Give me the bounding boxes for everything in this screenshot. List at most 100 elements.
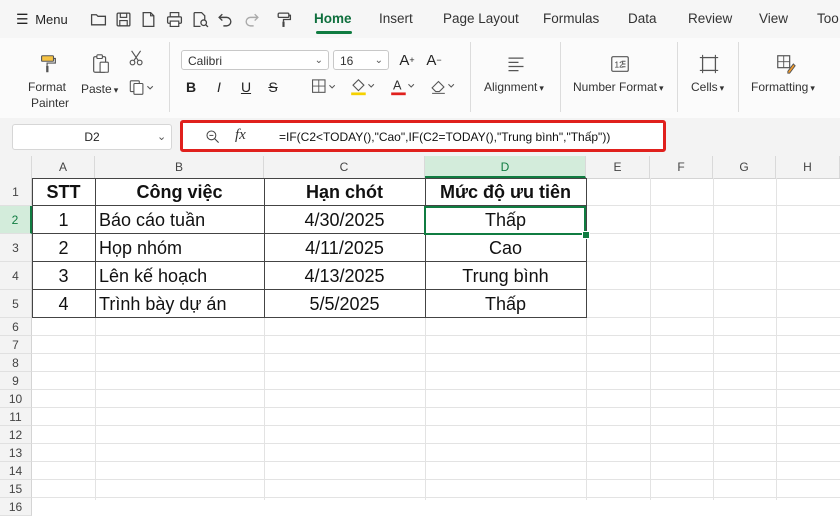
row-header-2[interactable]: 2 [0,206,32,234]
format-painter-label-line1: Format [28,80,67,94]
row-header-10[interactable]: 10 [0,390,32,408]
row-header-14[interactable]: 14 [0,462,32,480]
cell-a3[interactable]: 2 [32,234,95,262]
cut-icon[interactable] [127,48,147,68]
underline-icon[interactable]: U [237,78,255,96]
row-header-6[interactable]: 6 [0,318,32,336]
cell-c4[interactable]: 4/13/2025 [264,262,425,290]
row-header-8[interactable]: 8 [0,354,32,372]
cell-d1[interactable]: Mức độ ưu tiên [425,178,586,206]
decrease-font-size-icon[interactable]: A − [423,50,445,70]
row-header-16[interactable]: 16 [0,498,32,516]
cell-c5[interactable]: 5/5/2025 [264,290,425,318]
zoom-icon[interactable] [203,127,223,147]
row-header-15[interactable]: 15 [0,480,32,498]
row-header-3[interactable]: 3 [0,234,32,262]
tab-insert[interactable]: Insert [379,11,413,26]
cells-button[interactable]: Cells ▾ [686,40,732,112]
new-document-icon[interactable] [137,8,159,30]
increase-font-size-icon[interactable]: A + [396,50,418,70]
clear-formatting-icon[interactable] [428,76,458,98]
undo-icon[interactable] [214,8,236,30]
cell-b1[interactable]: Công việc [95,178,264,206]
cell-c3[interactable]: 4/11/2025 [264,234,425,262]
row-header-7[interactable]: 7 [0,336,32,354]
paste-button[interactable]: Paste ▾ [80,40,122,112]
formatting-label: Formatting ▾ [751,80,815,94]
save-icon[interactable] [112,8,134,30]
italic-icon[interactable]: I [210,78,228,96]
formula-input[interactable]: =IF(C2<TODAY(),"Cao",IF(C2=TODAY(),"Trun… [279,130,610,144]
tab-review[interactable]: Review [688,11,732,26]
row-header-13[interactable]: 13 [0,444,32,462]
column-header-h[interactable]: H [776,156,840,178]
select-all-corner[interactable] [0,156,32,178]
font-name-dropdown[interactable]: Calibri ⌄ [181,50,329,70]
cell-a5[interactable]: 4 [32,290,95,318]
cell-a2[interactable]: 1 [32,206,95,234]
row-header-5[interactable]: 5 [0,290,32,318]
cells-icon [697,52,721,76]
chevron-down-icon: ▾ [539,83,544,93]
fill-color-icon[interactable] [348,76,378,98]
row-header-9[interactable]: 9 [0,372,32,390]
copy-icon[interactable] [127,78,157,98]
active-cell-selection [424,206,586,235]
column-header-b[interactable]: B [95,156,264,178]
cell-d4[interactable]: Trung bình [425,262,586,290]
chevron-down-icon[interactable]: ⌄ [157,130,166,143]
row-header-12[interactable]: 12 [0,426,32,444]
font-size-dropdown[interactable]: 16 ⌄ [333,50,389,70]
cell-b3[interactable]: Họp nhóm [99,234,262,262]
column-header-c[interactable]: C [264,156,425,178]
tab-data[interactable]: Data [628,11,657,26]
fill-handle[interactable] [582,231,590,239]
cell-c1[interactable]: Hạn chót [264,178,425,206]
font-color-icon[interactable]: A [388,76,418,98]
cells-text: Cells [691,80,718,94]
function-icon[interactable]: fx [235,127,246,144]
gridline [32,407,840,408]
cell-d5[interactable]: Thấp [425,290,586,318]
format-painter-button[interactable]: Format Painter [20,40,76,112]
print-preview-icon[interactable] [189,8,211,30]
formatting-button[interactable]: Formatting ▾ [746,40,840,112]
cell-b2[interactable]: Báo cáo tuần [99,206,262,234]
bold-icon[interactable]: B [182,78,200,96]
print-icon[interactable] [163,8,185,30]
cell-a4[interactable]: 3 [32,262,95,290]
column-header-g[interactable]: G [713,156,776,178]
menu-button[interactable]: ☰ Menu [16,11,68,28]
tab-tools[interactable]: Too [817,11,839,26]
column-header-f[interactable]: F [650,156,713,178]
tab-formulas[interactable]: Formulas [543,11,599,26]
row-header-4[interactable]: 4 [0,262,32,290]
tab-home[interactable]: Home [314,11,352,26]
column-header-d[interactable]: D [425,156,586,178]
borders-icon[interactable] [310,78,340,96]
column-header-e[interactable]: E [586,156,650,178]
tab-page-layout[interactable]: Page Layout [443,11,519,26]
number-format-button[interactable]: 12 Number Format ▾ [568,40,670,112]
format-painter-icon[interactable] [272,8,294,30]
number-format-label: Number Format ▾ [573,80,664,94]
redo-icon[interactable] [240,8,262,30]
svg-text:A: A [393,78,402,93]
cell-b5[interactable]: Trình bày dự án [99,290,262,318]
row-header-11[interactable]: 11 [0,408,32,426]
cell-a1[interactable]: STT [32,178,95,206]
cell-c2[interactable]: 4/30/2025 [264,206,425,234]
alignment-button[interactable]: Alignment ▾ [480,40,552,112]
folder-icon[interactable] [87,8,109,30]
cell-d3[interactable]: Cao [425,234,586,262]
gridline [32,353,840,354]
tab-view[interactable]: View [759,11,788,26]
gridline [32,425,840,426]
cell-b4[interactable]: Lên kế hoạch [99,262,262,290]
active-tab-indicator [316,31,352,34]
row-header-1[interactable]: 1 [0,178,32,206]
column-header-a[interactable]: A [32,156,95,178]
gridline [32,335,840,336]
name-box[interactable]: D2 [12,124,172,150]
strikethrough-icon[interactable]: S [264,78,282,96]
